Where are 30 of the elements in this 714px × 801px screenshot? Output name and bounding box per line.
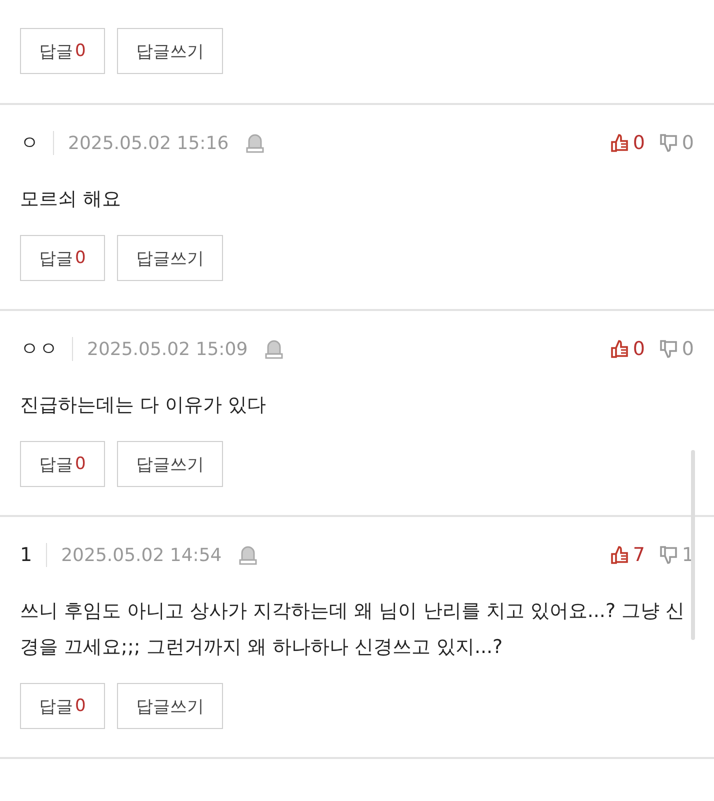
thumbs-down-icon [658,133,679,153]
thumbs-down-icon [658,339,679,359]
reply-count-button[interactable]: 답글 0 [20,28,105,74]
scrollbar[interactable] [691,450,695,640]
alarm-icon[interactable] [238,544,258,566]
comment-author: ㅇㅇ [20,337,58,362]
thumbs-up-icon [610,133,630,153]
comment-date: 2025.05.02 14:54 [61,544,222,566]
reply-count-button[interactable]: 답글 0 [20,441,105,487]
reply-count-button[interactable]: 답글 0 [20,683,105,729]
thumbs-up-icon [610,545,630,565]
write-reply-button[interactable]: 답글쓰기 [116,28,223,74]
comment-text: 쓰니 후임도 아니고 상사가 지각하는데 왜 님이 난리를 치고 있어요...? 그냥 신경을 끄세요;;; 그런거까지 왜 하나하나 신경쓰고 있지...? [20,599,686,660]
write-reply-button[interactable]: 답글쓰기 [116,235,223,281]
write-reply-button[interactable]: 답글쓰기 [116,441,223,487]
comment-date: 2025.05.02 15:09 [87,338,248,360]
alarm-icon[interactable] [264,338,284,360]
reply-count-button[interactable]: 답글 0 [20,235,105,281]
like-button[interactable]: 0 [610,132,645,154]
thumbs-down-icon [658,545,679,565]
thumbs-up-icon [610,339,630,359]
comment-text: 진급하는데는 다 이유가 있다 [20,393,268,418]
comment-author: 1 [20,544,32,566]
comment-date: 2025.05.02 15:16 [68,132,229,154]
like-button[interactable]: 0 [610,338,645,360]
comment-text: 모르쇠 해요 [20,187,122,212]
like-button[interactable]: 7 [610,544,645,566]
write-reply-button[interactable]: 답글쓰기 [116,683,223,729]
comment-author: ㅇ [20,131,39,156]
alarm-icon[interactable] [244,132,265,154]
